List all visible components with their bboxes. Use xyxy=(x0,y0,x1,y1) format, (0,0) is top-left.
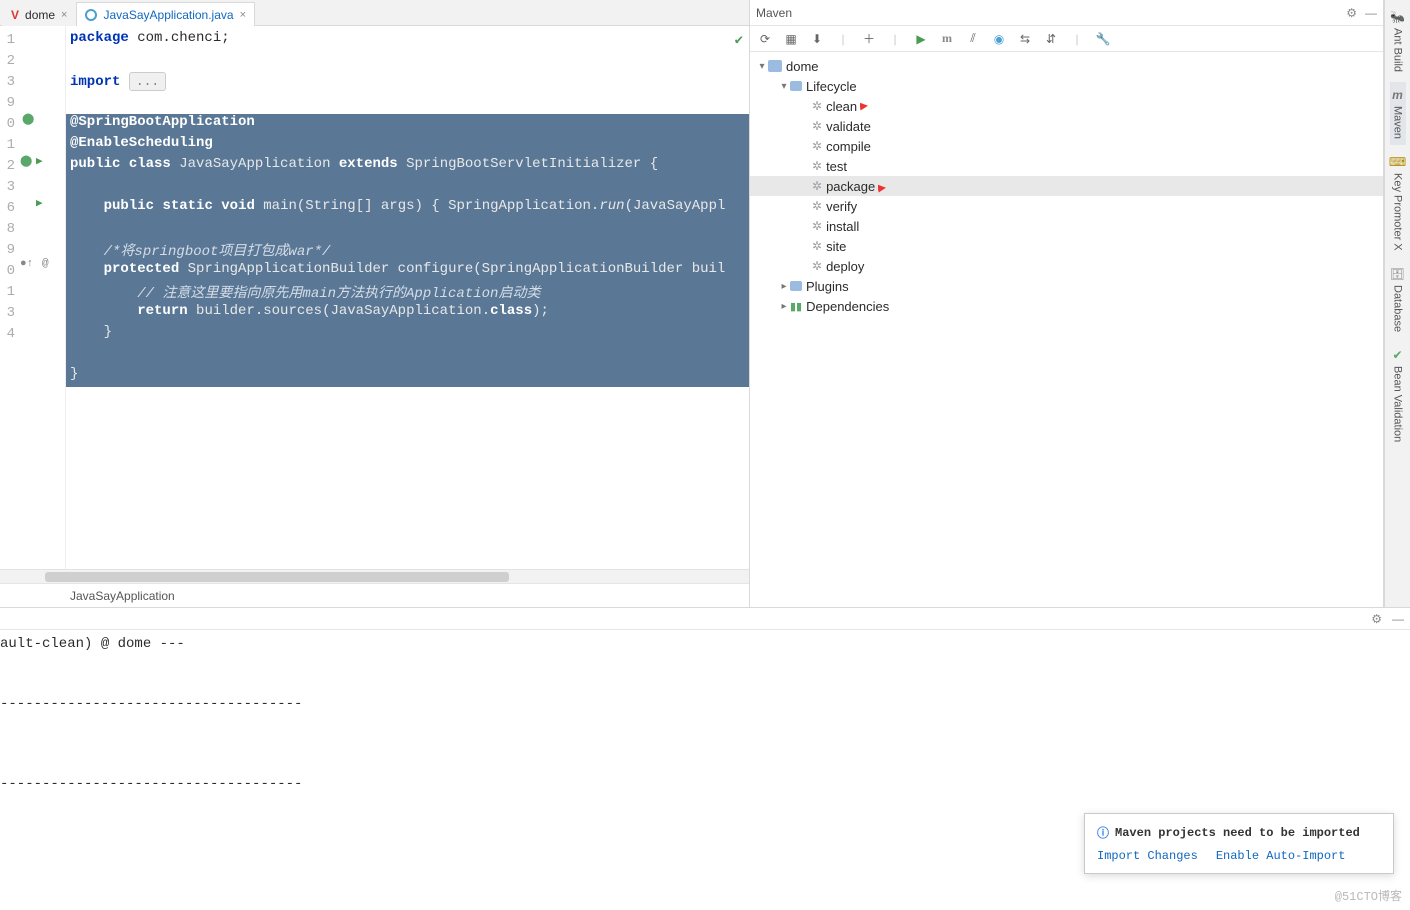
watermark: @51CTO博客 xyxy=(1335,887,1402,904)
right-tool-strip: 🐜Ant Build mMaven ⌨Key Promoter X 🗄Datab… xyxy=(1384,0,1410,607)
spring-icon: ⬤ xyxy=(22,112,34,126)
tab-java-app[interactable]: JavaSayApplication.java × xyxy=(76,2,255,26)
run-icon[interactable]: ▶ xyxy=(912,30,930,48)
line-gutter: 123901236890134 xyxy=(0,26,18,569)
run-gutter-icon[interactable]: ▶ xyxy=(36,196,43,210)
lifecycle-item-deploy[interactable]: ✲deploy xyxy=(750,256,1383,276)
project-label: dome xyxy=(786,59,819,74)
editor-h-scrollbar[interactable] xyxy=(0,569,749,583)
console-output[interactable]: ault-clean) @ dome --- -----------------… xyxy=(0,630,1410,910)
import-notification: ⓘ Maven projects need to be imported Imp… xyxy=(1084,813,1394,874)
lifecycle-item-site[interactable]: ✲site xyxy=(750,236,1383,256)
maven-tree[interactable]: ▾ dome ▾ Lifecycle ✲clean ✲validate ✲com… xyxy=(750,52,1383,607)
tab-label: JavaSayApplication.java xyxy=(103,8,233,22)
lifecycle-node[interactable]: ▾ Lifecycle xyxy=(750,76,1383,96)
editor-body[interactable]: 123901236890134 ⬤ ⬤ ▶ ▶ ●↑ @ ✔ package c… xyxy=(0,26,749,569)
close-icon[interactable]: × xyxy=(61,9,67,21)
gear-icon: ✲ xyxy=(812,179,822,193)
maven-icon: m xyxy=(1392,88,1403,102)
info-icon: ⓘ xyxy=(1097,824,1109,841)
maven-goal-icon[interactable]: m xyxy=(938,30,956,48)
skip-tests-icon[interactable]: ◉ xyxy=(990,30,1008,48)
bean-icon: ✔ xyxy=(1392,348,1402,362)
project-node[interactable]: ▾ dome xyxy=(750,56,1383,76)
notification-title: Maven projects need to be imported xyxy=(1115,826,1360,840)
gear-icon: ✲ xyxy=(812,99,822,113)
ant-icon: 🐜 xyxy=(1390,10,1405,24)
console-line: ------------------------------------ xyxy=(0,776,1410,796)
add-icon[interactable]: ＋ xyxy=(860,30,878,48)
close-icon[interactable]: × xyxy=(240,9,246,21)
import-changes-link[interactable]: Import Changes xyxy=(1097,849,1198,863)
gear-icon: ✲ xyxy=(812,219,822,233)
gutter-marks: ⬤ ⬤ ▶ ▶ ●↑ @ xyxy=(18,26,66,569)
plugins-label: Plugins xyxy=(806,279,849,294)
console-line: ------------------------------------ xyxy=(0,696,1410,716)
editor-panel: V dome × JavaSayApplication.java × 12390… xyxy=(0,0,750,607)
vue-icon: V xyxy=(11,8,19,22)
editor-tabs: V dome × JavaSayApplication.java × xyxy=(0,0,749,26)
tool-key-promoter[interactable]: ⌨Key Promoter X xyxy=(1387,149,1408,257)
database-icon: 🗄 xyxy=(1390,267,1405,281)
editor-status-bar: JavaSayApplication xyxy=(0,583,749,607)
collapse-icon[interactable]: ⇵ xyxy=(1042,30,1060,48)
nav-class[interactable]: JavaSayApplication xyxy=(70,589,175,603)
maven-title: Maven xyxy=(756,6,792,20)
at-icon: @ xyxy=(42,258,49,270)
key-icon: ⌨ xyxy=(1389,155,1406,169)
tool-ant-build[interactable]: 🐜Ant Build xyxy=(1388,4,1407,78)
inspection-ok-icon: ✔ xyxy=(735,32,743,49)
folded-imports[interactable]: ... xyxy=(129,72,166,91)
download-icon[interactable]: ⬇ xyxy=(808,30,826,48)
lifecycle-item-package[interactable]: ✲package xyxy=(750,176,1383,196)
tab-label: dome xyxy=(25,8,55,22)
dependencies-label: Dependencies xyxy=(806,299,889,314)
tool-maven[interactable]: mMaven xyxy=(1390,82,1406,145)
console-panel: ⚙ — ault-clean) @ dome --- -------------… xyxy=(0,608,1410,910)
gear-icon: ✲ xyxy=(812,199,822,213)
settings-icon[interactable]: ⚙ xyxy=(1371,612,1382,626)
lifecycle-item-install[interactable]: ✲install xyxy=(750,216,1383,236)
run-gutter-icon[interactable]: ▶ xyxy=(36,154,43,168)
gear-icon: ✲ xyxy=(812,239,822,253)
tab-dome[interactable]: V dome × xyxy=(2,2,76,26)
gear-icon: ✲ xyxy=(812,159,822,173)
maven-panel: Maven ⚙ — ⟳ ▦ ⬇ | ＋ | ▶ m ⫽ ◉ ⇆ ⇵ | xyxy=(750,0,1384,607)
code-area[interactable]: ✔ package com.chenci; import ... @Spring… xyxy=(66,26,749,569)
gear-icon: ✲ xyxy=(812,119,822,133)
impl-icon: ●↑ xyxy=(20,258,33,270)
maven-header: Maven ⚙ — xyxy=(750,0,1383,26)
lifecycle-label: Lifecycle xyxy=(806,79,857,94)
console-header: ⚙ — xyxy=(0,608,1410,630)
enable-auto-import-link[interactable]: Enable Auto-Import xyxy=(1216,849,1346,863)
maven-toolbar: ⟳ ▦ ⬇ | ＋ | ▶ m ⫽ ◉ ⇆ ⇵ | 🔧 xyxy=(750,26,1383,52)
generate-icon[interactable]: ▦ xyxy=(782,30,800,48)
minimize-icon[interactable]: — xyxy=(1365,6,1377,20)
lifecycle-item-validate[interactable]: ✲validate xyxy=(750,116,1383,136)
settings-icon[interactable]: ⚙ xyxy=(1346,6,1357,20)
console-line: ault-clean) @ dome --- xyxy=(0,636,1410,656)
gear-icon: ✲ xyxy=(812,139,822,153)
java-class-icon xyxy=(85,9,97,21)
minimize-icon[interactable]: — xyxy=(1392,612,1404,626)
lifecycle-item-verify[interactable]: ✲verify xyxy=(750,196,1383,216)
plugins-node[interactable]: ▸ Plugins xyxy=(750,276,1383,296)
override-icon: ⬤ xyxy=(20,154,32,168)
dependencies-node[interactable]: ▸▮▮ Dependencies xyxy=(750,296,1383,316)
lifecycle-item-test[interactable]: ✲test xyxy=(750,156,1383,176)
tool-database[interactable]: 🗄Database xyxy=(1388,261,1407,338)
reload-icon[interactable]: ⟳ xyxy=(756,30,774,48)
tool-bean-validation[interactable]: ✔Bean Validation xyxy=(1390,342,1406,448)
lifecycle-item-clean[interactable]: ✲clean xyxy=(750,96,1383,116)
expand-icon[interactable]: ⇆ xyxy=(1016,30,1034,48)
wrench-icon[interactable]: 🔧 xyxy=(1094,30,1112,48)
dependencies-icon: ▮▮ xyxy=(790,300,802,313)
lifecycle-item-compile[interactable]: ✲compile xyxy=(750,136,1383,156)
gear-icon: ✲ xyxy=(812,259,822,273)
toggle-offline-icon[interactable]: ⫽ xyxy=(964,30,982,48)
